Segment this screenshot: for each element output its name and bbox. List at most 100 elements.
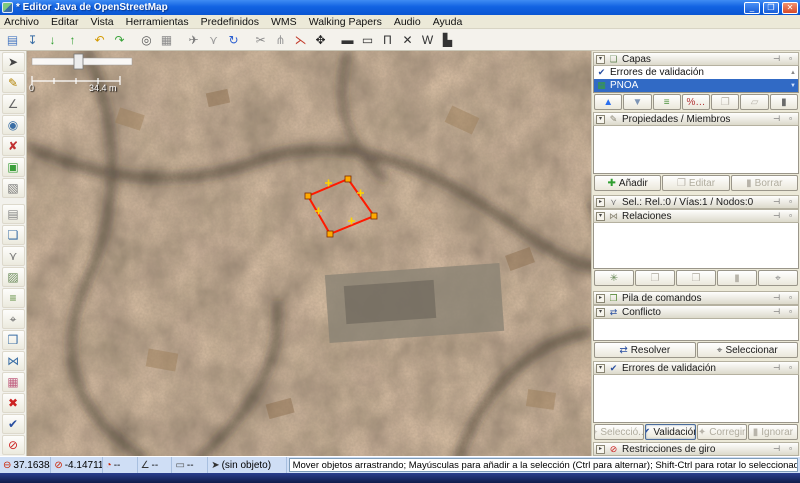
menu-editar[interactable]: Editar <box>51 16 78 28</box>
scroll-up-icon[interactable]: ▲ <box>790 70 796 76</box>
ignore-button[interactable]: ▮ Ignorar <box>748 424 798 440</box>
collapse-icon[interactable]: ▾ <box>596 55 605 64</box>
zoom-to-data-icon[interactable]: ◎ <box>137 30 156 49</box>
validate-button[interactable]: ✔ Validación <box>645 424 695 440</box>
pin-icon[interactable]: ⊣ <box>771 54 782 64</box>
layer-convert-button[interactable]: ▱ <box>740 94 768 110</box>
upload-data-icon[interactable]: ↑ <box>63 30 82 49</box>
collapse-icon[interactable]: ▾ <box>596 308 605 317</box>
dialog-close-icon[interactable]: ▫ <box>785 54 796 64</box>
menu-herramientas[interactable]: Herramientas <box>126 16 189 28</box>
pin-icon[interactable]: ⊣ <box>771 444 782 454</box>
menu-audio[interactable]: Audio <box>394 16 421 28</box>
minimize-button[interactable]: _ <box>744 2 760 14</box>
select-errors-button[interactable]: ⌖ Selecció... <box>594 424 644 440</box>
combine-way-icon[interactable]: ⋔ <box>271 30 290 49</box>
menu-predefinidos[interactable]: Predefinidos <box>201 16 259 28</box>
pin-icon[interactable]: ⊣ <box>771 363 782 373</box>
pin-icon[interactable]: ⊣ <box>771 211 782 221</box>
delete-relation-button[interactable]: ▮ <box>717 270 757 286</box>
download-data-icon[interactable]: ↓ <box>43 30 62 49</box>
merge-nodes-icon[interactable]: ⋎ <box>204 30 223 49</box>
edit-button[interactable]: ❐ Editar <box>662 175 729 191</box>
dialog-close-icon[interactable]: ▫ <box>785 197 796 207</box>
select-tool-icon[interactable]: ➤ <box>2 52 25 72</box>
unglue-way-icon[interactable]: ⋋ <box>291 30 310 49</box>
menu-walking-papers[interactable]: Walking Papers <box>309 16 382 28</box>
duplicate-relation-button[interactable]: ❒ <box>676 270 716 286</box>
layer-row-pnoa[interactable]: ▦ PNOA ▼ <box>594 79 798 92</box>
properties-list[interactable] <box>593 126 799 174</box>
pin-icon[interactable]: ⊣ <box>771 114 782 124</box>
menu-ayuda[interactable]: Ayuda <box>433 16 463 28</box>
command-stack-icon[interactable]: ≡ <box>2 288 25 308</box>
edit-relation-button[interactable]: ❐ <box>635 270 675 286</box>
layer-delete-button[interactable]: ▮ <box>770 94 798 110</box>
dialog-close-icon[interactable]: ▫ <box>785 307 796 317</box>
preferences-icon[interactable]: ▦ <box>157 30 176 49</box>
undo-icon[interactable]: ↶ <box>90 30 109 49</box>
validation-errors-icon[interactable]: ✖ <box>2 393 25 413</box>
menu-archivo[interactable]: Archivo <box>4 16 39 28</box>
layer-opacity-button[interactable]: %… <box>682 94 710 110</box>
zoom-tool-icon[interactable]: ◉ <box>2 115 25 135</box>
resolve-button[interactable]: ⇄ Resolver <box>594 342 696 358</box>
dialog-close-icon[interactable]: ▫ <box>785 114 796 124</box>
turn-restrictions-icon[interactable]: ⊘ <box>2 435 25 455</box>
dialog-close-icon[interactable]: ▫ <box>785 444 796 454</box>
preset-bus-icon[interactable]: ▭ <box>358 30 377 49</box>
preset-car-icon[interactable]: ▬ <box>338 30 357 49</box>
draw-node-tool-icon[interactable]: ✎ <box>2 73 25 93</box>
collapse-icon[interactable]: ▾ <box>596 212 605 221</box>
refresh-sync-icon[interactable]: ↻ <box>224 30 243 49</box>
wms-fetch-icon[interactable]: ✈ <box>184 30 203 49</box>
preset-cross-icon[interactable]: ✕ <box>398 30 417 49</box>
delete-tool-icon[interactable]: ✘ <box>2 136 25 156</box>
save-file-icon[interactable]: ↧ <box>23 30 42 49</box>
maximize-button[interactable]: ❐ <box>763 2 779 14</box>
new-relation-button[interactable]: ✳ <box>594 270 634 286</box>
preset-factory-icon[interactable]: ▙ <box>438 30 457 49</box>
pin-icon[interactable]: ⊣ <box>771 307 782 317</box>
background-dialog-icon[interactable]: ▨ <box>2 267 25 287</box>
dialog-close-icon[interactable]: ▫ <box>785 211 796 221</box>
expand-icon[interactable]: ▸ <box>596 198 605 207</box>
selection-dialog-icon[interactable]: ⌖ <box>2 309 25 329</box>
extrude-tool-icon[interactable]: ▧ <box>2 178 25 198</box>
dialog-close-icon[interactable]: ▫ <box>785 293 796 303</box>
fix-button[interactable]: ✦ Corregir <box>697 424 747 440</box>
pin-icon[interactable]: ⊣ <box>771 197 782 207</box>
menu-wms[interactable]: WMS <box>271 16 297 28</box>
tag-dialog-icon[interactable]: ❏ <box>2 225 25 245</box>
collapse-icon[interactable]: ▾ <box>596 364 605 373</box>
layer-row-validation[interactable]: ✔ Errores de validación ▲ <box>594 66 798 79</box>
layer-merge-button[interactable]: ≡ <box>653 94 681 110</box>
layer-down-button[interactable]: ▼ <box>623 94 651 110</box>
preset-power-icon[interactable]: W <box>418 30 437 49</box>
expand-icon[interactable]: ▸ <box>596 445 605 454</box>
pin-icon[interactable]: ⊣ <box>771 293 782 303</box>
relations-list[interactable] <box>593 223 799 269</box>
nodes-dialog-icon[interactable]: ⋎ <box>2 246 25 266</box>
relations-dialog-icon[interactable]: ⋈ <box>2 351 25 371</box>
scroll-down-icon[interactable]: ▼ <box>790 83 796 89</box>
expand-icon[interactable]: ▸ <box>596 294 605 303</box>
collapse-icon[interactable]: ▾ <box>596 115 605 124</box>
close-button[interactable]: ✕ <box>782 2 798 14</box>
merge-layers-icon[interactable]: ▤ <box>2 204 25 224</box>
tile-select-tool-icon[interactable]: ▣ <box>2 157 25 177</box>
map-canvas[interactable]: 0 34.4 m <box>27 51 591 456</box>
measure-tool-icon[interactable]: ∠ <box>2 94 25 114</box>
add-button[interactable]: ✚ Añadir <box>594 175 661 191</box>
delete-button[interactable]: ▮ Borrar <box>731 175 798 191</box>
validator-icon[interactable]: ✔ <box>2 414 25 434</box>
open-file-icon[interactable]: ▤ <box>3 30 22 49</box>
properties-dialog-icon[interactable]: ❒ <box>2 330 25 350</box>
move-tool-icon[interactable]: ✥ <box>311 30 330 49</box>
select-relation-button[interactable]: ⌖ <box>758 270 798 286</box>
layer-up-button[interactable]: ▲ <box>594 94 622 110</box>
select-conflict-button[interactable]: ⌖ Seleccionar <box>697 342 799 358</box>
split-way-icon[interactable]: ✂ <box>251 30 270 49</box>
conflict-list[interactable] <box>593 319 799 341</box>
conflict-dialog-icon[interactable]: ▦ <box>2 372 25 392</box>
